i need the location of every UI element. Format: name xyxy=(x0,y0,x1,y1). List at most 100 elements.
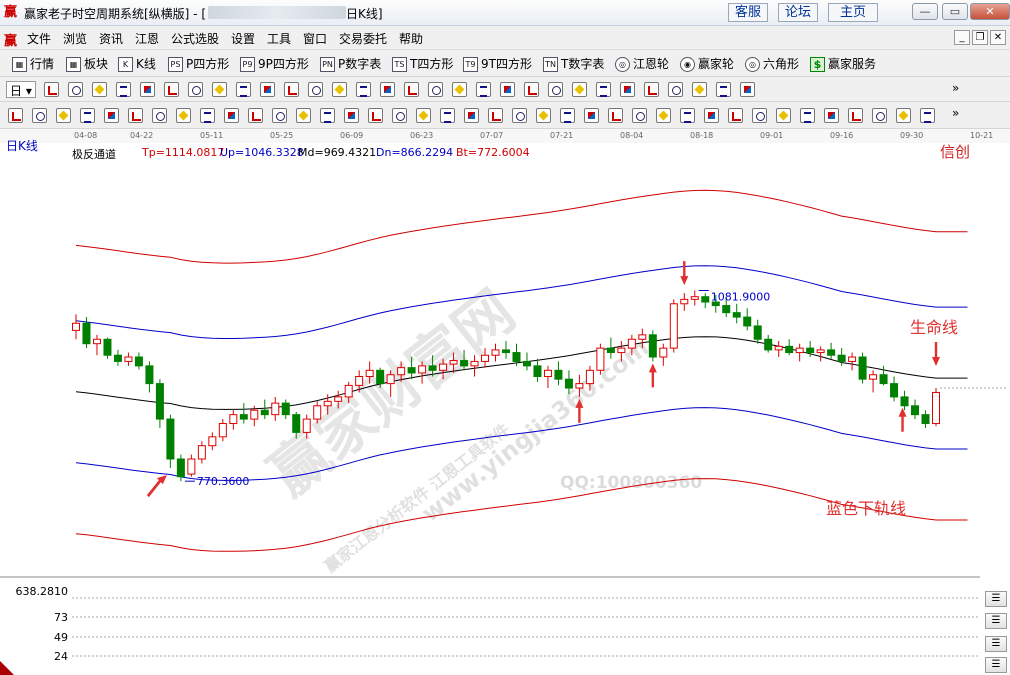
mdi-minimize-button[interactable]: _ xyxy=(954,30,970,45)
tool-icon[interactable] xyxy=(548,82,563,97)
tool-icon[interactable] xyxy=(500,82,515,97)
tool-icon[interactable] xyxy=(680,108,695,123)
tool-icon[interactable] xyxy=(428,82,443,97)
menu-settings[interactable]: 设置 xyxy=(231,30,255,47)
tool-icon[interactable] xyxy=(716,82,731,97)
menu-formula-picker[interactable]: 公式选股 xyxy=(171,30,219,47)
tool-icon[interactable] xyxy=(332,82,347,97)
tool-icon[interactable] xyxy=(128,108,143,123)
tool-icon[interactable] xyxy=(800,108,815,123)
tool-icon[interactable] xyxy=(236,82,251,97)
tool-icon[interactable] xyxy=(776,108,791,123)
tool-icon[interactable] xyxy=(488,108,503,123)
tool-icon[interactable] xyxy=(524,82,539,97)
tool-icon[interactable] xyxy=(464,108,479,123)
tool-icon[interactable] xyxy=(560,108,575,123)
tool-icon[interactable] xyxy=(404,82,419,97)
tool-icon[interactable] xyxy=(452,82,467,97)
mdi-restore-button[interactable]: ❐ xyxy=(972,30,988,45)
menu-file[interactable]: 文件 xyxy=(27,30,51,47)
kline-button[interactable]: K K线 xyxy=(118,55,156,72)
9t-square-button[interactable]: T9 9T四方形 xyxy=(463,55,532,72)
menu-help[interactable]: 帮助 xyxy=(399,30,423,47)
tool-icon[interactable] xyxy=(104,108,119,123)
tool-icon[interactable] xyxy=(644,82,659,97)
gann-wheel-button[interactable]: ◎ 江恩轮 xyxy=(615,55,669,72)
tool-icon[interactable] xyxy=(584,108,599,123)
hexagon-button[interactable]: ◎ 六角形 xyxy=(745,55,799,72)
tool-icon[interactable] xyxy=(896,108,911,123)
winner-wheel-button[interactable]: ◉ 赢家轮 xyxy=(680,55,734,72)
tool-icon[interactable] xyxy=(668,82,683,97)
tool-icon[interactable] xyxy=(848,108,863,123)
tool-icon[interactable] xyxy=(656,108,671,123)
t-number-table-button[interactable]: TN T数字表 xyxy=(543,55,604,72)
panel-layout-button-4[interactable]: ☰ xyxy=(985,657,1007,673)
quotes-button[interactable]: ▦ 行情 xyxy=(12,55,54,72)
tool-icon[interactable] xyxy=(752,108,767,123)
candlestick-chart[interactable]: 赢家财富网赢家江恩分析软件 江恩工具软件www.yingjia360.comQQ… xyxy=(0,143,1010,675)
tool-icon[interactable] xyxy=(356,82,371,97)
tool-icon[interactable] xyxy=(704,108,719,123)
close-button[interactable]: ✕ xyxy=(970,3,1010,20)
tool-icon[interactable] xyxy=(632,108,647,123)
tool-icon[interactable] xyxy=(620,82,635,97)
tool-icon[interactable] xyxy=(260,82,275,97)
tool-icon[interactable] xyxy=(164,82,179,97)
tool-icon[interactable] xyxy=(692,82,707,97)
tool-icon[interactable] xyxy=(920,108,935,123)
tool-icon[interactable] xyxy=(368,108,383,123)
tool-icon[interactable] xyxy=(512,108,527,123)
mdi-close-button[interactable]: ✕ xyxy=(990,30,1006,45)
menu-news[interactable]: 资讯 xyxy=(99,30,123,47)
tool-icon[interactable] xyxy=(728,108,743,123)
tool-icon[interactable] xyxy=(80,108,95,123)
menu-trade[interactable]: 交易委托 xyxy=(339,30,387,47)
tool-icon[interactable] xyxy=(440,108,455,123)
tool-icon[interactable] xyxy=(740,82,755,97)
tool-icon[interactable] xyxy=(140,82,155,97)
winner-service-button[interactable]: $ 赢家服务 xyxy=(810,55,876,72)
panel-layout-button-2[interactable]: ☰ xyxy=(985,613,1007,629)
tool-icon[interactable] xyxy=(476,82,491,97)
tool-icon[interactable] xyxy=(116,82,131,97)
tool-icon[interactable] xyxy=(272,108,287,123)
panel-layout-button-3[interactable]: ☰ xyxy=(985,636,1007,652)
tool-icon[interactable] xyxy=(824,108,839,123)
menu-browse[interactable]: 浏览 xyxy=(63,30,87,47)
p-square-button[interactable]: PS P四方形 xyxy=(168,55,229,72)
panel-layout-button-1[interactable]: ☰ xyxy=(985,591,1007,607)
tool-icon[interactable] xyxy=(296,108,311,123)
tool-icon[interactable] xyxy=(176,108,191,123)
t-square-button[interactable]: TS T四方形 xyxy=(392,55,453,72)
restore-button[interactable]: ▭ xyxy=(942,3,968,20)
homepage-link[interactable]: 主页 xyxy=(828,3,878,22)
menu-tools[interactable]: 工具 xyxy=(267,30,291,47)
tool-icon[interactable] xyxy=(8,108,23,123)
tool-icon[interactable] xyxy=(572,82,587,97)
forum-link[interactable]: 论坛 xyxy=(778,3,818,22)
tool-icon[interactable] xyxy=(68,82,83,97)
tool-icon[interactable] xyxy=(44,82,59,97)
menu-window[interactable]: 窗口 xyxy=(303,30,327,47)
tool-icon[interactable] xyxy=(32,108,47,123)
tool-icon[interactable] xyxy=(344,108,359,123)
tool-icon[interactable] xyxy=(596,82,611,97)
tool-icon[interactable] xyxy=(56,108,71,123)
p-number-table-button[interactable]: PN P数字表 xyxy=(320,55,381,72)
tool-icon[interactable] xyxy=(92,82,107,97)
tool-icon[interactable] xyxy=(392,108,407,123)
tool-icon[interactable] xyxy=(608,108,623,123)
tool-icon[interactable] xyxy=(212,82,227,97)
tool-icon[interactable] xyxy=(188,82,203,97)
tool-icon[interactable] xyxy=(284,82,299,97)
tool-icon[interactable] xyxy=(224,108,239,123)
tool-icon[interactable] xyxy=(152,108,167,123)
tool-icon[interactable] xyxy=(380,82,395,97)
tool-icon[interactable] xyxy=(308,82,323,97)
service-link[interactable]: 客服 xyxy=(728,3,768,22)
toolbar2-more-button[interactable]: » xyxy=(952,81,959,98)
tool-icon[interactable] xyxy=(320,108,335,123)
tool-icon[interactable] xyxy=(416,108,431,123)
period-selector[interactable]: 日 ▾ xyxy=(6,81,36,98)
